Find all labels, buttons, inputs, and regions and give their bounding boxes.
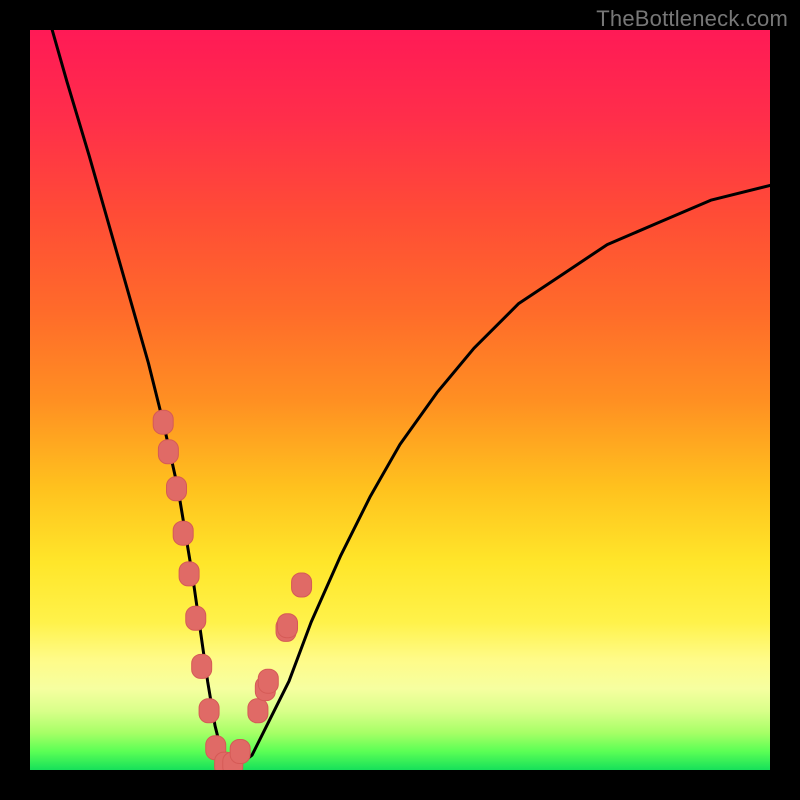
plot-area bbox=[30, 30, 770, 770]
highlight-marker bbox=[248, 699, 268, 723]
highlight-marker bbox=[292, 573, 312, 597]
highlight-marker bbox=[278, 614, 298, 638]
highlight-marker bbox=[192, 654, 212, 678]
highlight-marker bbox=[230, 740, 250, 764]
bottleneck-curve bbox=[52, 30, 770, 766]
highlight-marker bbox=[167, 477, 187, 501]
highlight-marker bbox=[258, 669, 278, 693]
highlight-marker bbox=[179, 562, 199, 586]
highlight-marker bbox=[153, 410, 173, 434]
highlight-marker bbox=[158, 440, 178, 464]
outer-frame: TheBottleneck.com bbox=[0, 0, 800, 800]
highlight-marker bbox=[186, 606, 206, 630]
watermark-text: TheBottleneck.com bbox=[596, 6, 788, 32]
curve-layer bbox=[30, 30, 770, 770]
highlighted-marker-group bbox=[153, 410, 311, 770]
highlight-marker bbox=[199, 699, 219, 723]
highlight-marker bbox=[173, 521, 193, 545]
